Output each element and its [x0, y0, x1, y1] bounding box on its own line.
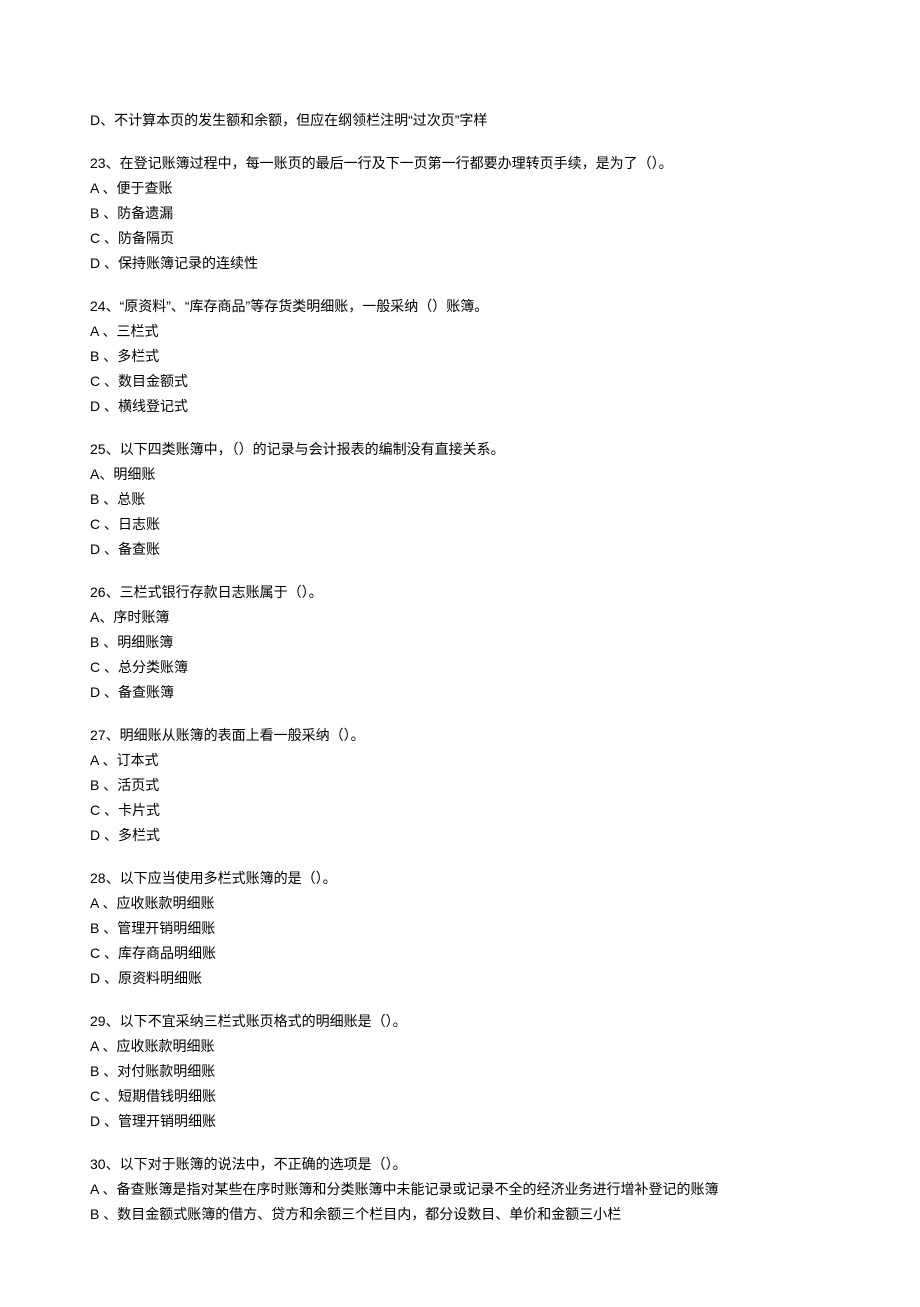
- question-27: 27、明细账从账簿的表面上看一般采纳（）。 A 、订本式 B 、活页式 C 、卡…: [90, 725, 830, 846]
- question-25: 25、以下四类账簿中，（）的记录与会计报表的编制没有直接关系。 A、明细账 B …: [90, 439, 830, 560]
- option-a: A 、便于查账: [90, 178, 830, 199]
- option-c: C 、数目金额式: [90, 371, 830, 392]
- question-30: 30、以下对于账簿的说法中，不正确的选项是（）。 A 、备查账簿是指对某些在序时…: [90, 1154, 830, 1225]
- question-stem: 27、明细账从账簿的表面上看一般采纳（）。: [90, 725, 830, 746]
- question-stem: 29、以下不宜采纳三栏式账页格式的明细账是（）。: [90, 1011, 830, 1032]
- option-d: D 、管理开销明细账: [90, 1111, 830, 1132]
- option-d: D 、备查账簿: [90, 682, 830, 703]
- question-23: 23、在登记账簿过程中，每一账页的最后一行及下一页第一行都要办理转页手续，是为了…: [90, 153, 830, 274]
- option-a: A 、应收账款明细账: [90, 893, 830, 914]
- option-c: C 、卡片式: [90, 800, 830, 821]
- option-a: A、明细账: [90, 464, 830, 485]
- option-b: B 、明细账簿: [90, 632, 830, 653]
- option-b: B 、数目金额式账簿的借方、贷方和余额三个栏目内，都分设数目、单价和金额三小栏: [90, 1204, 830, 1225]
- option-b: B 、管理开销明细账: [90, 918, 830, 939]
- option-c: C 、库存商品明细账: [90, 943, 830, 964]
- option-a: A 、备查账簿是指对某些在序时账簿和分类账簿中未能记录或记录不全的经济业务进行增…: [90, 1179, 830, 1200]
- option-b: B 、活页式: [90, 775, 830, 796]
- option-d: D 、原资料明细账: [90, 968, 830, 989]
- option-d: D 、多栏式: [90, 825, 830, 846]
- question-stem: 23、在登记账簿过程中，每一账页的最后一行及下一页第一行都要办理转页手续，是为了…: [90, 153, 830, 174]
- orphan-option-text: D、不计算本页的发生额和余额，但应在纲领栏注明“过次页”字样: [90, 112, 487, 128]
- option-a: A 、应收账款明细账: [90, 1036, 830, 1057]
- option-c: C 、短期借钱明细账: [90, 1086, 830, 1107]
- option-c: C 、总分类账簿: [90, 657, 830, 678]
- option-b: B 、防备遗漏: [90, 203, 830, 224]
- option-c: C 、日志账: [90, 514, 830, 535]
- option-d: D 、备查账: [90, 539, 830, 560]
- question-stem: 28、以下应当使用多栏式账簿的是（）。: [90, 868, 830, 889]
- option-b: B 、总账: [90, 489, 830, 510]
- option-b: B 、对付账款明细账: [90, 1061, 830, 1082]
- question-29: 29、以下不宜采纳三栏式账页格式的明细账是（）。 A 、应收账款明细账 B 、对…: [90, 1011, 830, 1132]
- question-stem: 24、“原资料”、“库存商品”等存货类明细账，一般采纳（）账簿。: [90, 296, 830, 317]
- option-b: B 、多栏式: [90, 346, 830, 367]
- option-d: D 、横线登记式: [90, 396, 830, 417]
- question-26: 26、三栏式银行存款日志账属于（）。 A、序时账簿 B 、明细账簿 C 、总分类…: [90, 582, 830, 703]
- option-c: C 、防备隔页: [90, 228, 830, 249]
- option-a: A 、订本式: [90, 750, 830, 771]
- question-stem: 25、以下四类账簿中，（）的记录与会计报表的编制没有直接关系。: [90, 439, 830, 460]
- option-d: D 、保持账簿记录的连续性: [90, 253, 830, 274]
- option-a: A、序时账簿: [90, 607, 830, 628]
- question-28: 28、以下应当使用多栏式账簿的是（）。 A 、应收账款明细账 B 、管理开销明细…: [90, 868, 830, 989]
- orphan-option-d: D、不计算本页的发生额和余额，但应在纲领栏注明“过次页”字样: [90, 110, 830, 131]
- option-a: A 、三栏式: [90, 321, 830, 342]
- question-stem: 26、三栏式银行存款日志账属于（）。: [90, 582, 830, 603]
- question-24: 24、“原资料”、“库存商品”等存货类明细账，一般采纳（）账簿。 A 、三栏式 …: [90, 296, 830, 417]
- question-stem: 30、以下对于账簿的说法中，不正确的选项是（）。: [90, 1154, 830, 1175]
- document-page: D、不计算本页的发生额和余额，但应在纲领栏注明“过次页”字样 23、在登记账簿过…: [0, 0, 920, 1307]
